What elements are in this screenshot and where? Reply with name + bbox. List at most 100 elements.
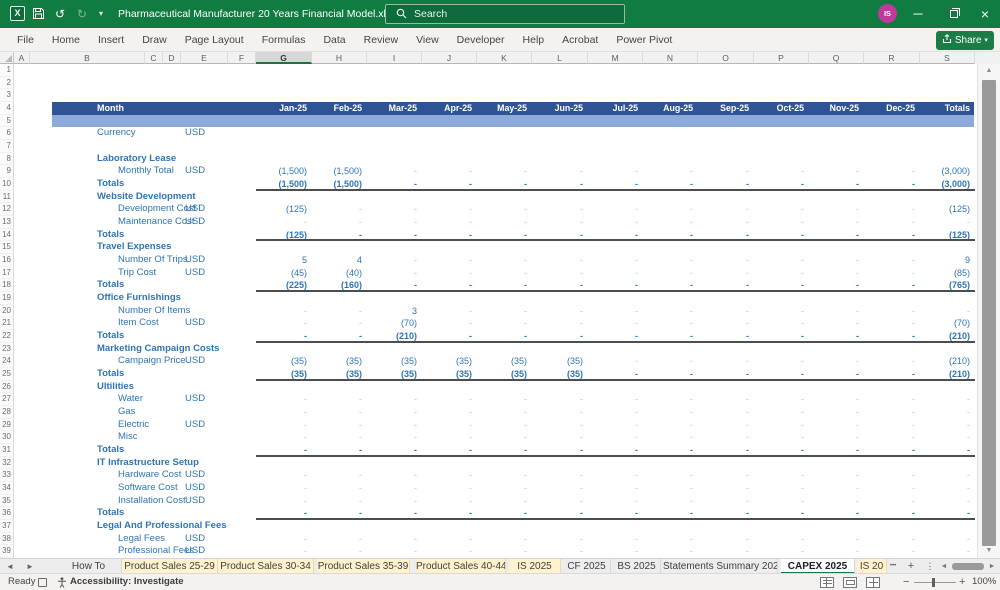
cell-label[interactable]: Legal Fees <box>118 533 165 546</box>
value-cell-L27[interactable]: - <box>532 393 583 406</box>
unit-cell[interactable]: USD <box>185 495 205 508</box>
row-number-14[interactable]: 14 <box>0 228 14 242</box>
value-cell-J28[interactable]: - <box>422 406 472 419</box>
value-cell-R39[interactable]: - <box>864 545 915 558</box>
row-number-24[interactable]: 24 <box>0 355 14 369</box>
value-cell-N17[interactable]: - <box>643 267 693 280</box>
normal-view-icon[interactable] <box>820 577 834 588</box>
column-header-R[interactable]: R <box>864 52 920 64</box>
row-number-12[interactable]: 12 <box>0 203 14 217</box>
value-cell-H38[interactable]: - <box>312 533 362 546</box>
value-cell-P30[interactable]: - <box>754 431 804 444</box>
value-cell-J21[interactable]: - <box>422 317 472 330</box>
value-cell-R38[interactable]: - <box>864 533 915 546</box>
value-cell-N38[interactable]: - <box>643 533 693 546</box>
value-cell-H33[interactable]: - <box>312 469 362 482</box>
row-number-8[interactable]: 8 <box>0 152 14 166</box>
value-cell-Q9[interactable]: - <box>809 165 859 178</box>
value-cell-M16[interactable]: - <box>588 254 638 267</box>
value-cell-H21[interactable]: - <box>312 317 362 330</box>
row-number-5[interactable]: 5 <box>0 114 14 128</box>
value-cell-I34[interactable]: - <box>367 482 417 495</box>
ribbon-tab-draw[interactable]: Draw <box>133 28 176 52</box>
undo-icon[interactable]: ↺ <box>52 6 68 22</box>
value-cell-Q39[interactable]: - <box>809 545 859 558</box>
row-number-35[interactable]: 35 <box>0 494 14 508</box>
value-cell-K39[interactable]: - <box>477 545 527 558</box>
close-button[interactable]: × <box>970 0 1000 28</box>
row-number-20[interactable]: 20 <box>0 304 14 318</box>
row-number-4[interactable]: 4 <box>0 102 14 115</box>
row-number-30[interactable]: 30 <box>0 431 14 445</box>
value-cell-R35[interactable]: - <box>864 495 915 508</box>
value-cell-G38[interactable]: - <box>256 533 307 546</box>
cell-label[interactable]: Maintenance Cost <box>118 216 195 229</box>
cell-label[interactable]: Installation Cost <box>118 495 186 508</box>
column-header-P[interactable]: P <box>754 52 809 64</box>
value-cell-O27[interactable]: - <box>698 393 749 406</box>
unit-cell[interactable]: USD <box>185 127 205 140</box>
value-cell-O34[interactable]: - <box>698 482 749 495</box>
unit-cell[interactable]: USD <box>185 203 205 216</box>
value-cell-J33[interactable]: - <box>422 469 472 482</box>
value-cell-O39[interactable]: - <box>698 545 749 558</box>
zoom-slider-track[interactable] <box>914 582 956 583</box>
value-cell-S9[interactable]: (3,000) <box>920 165 970 178</box>
page-break-view-icon[interactable] <box>866 577 880 588</box>
value-cell-P27[interactable]: - <box>754 393 804 406</box>
value-cell-O20[interactable]: - <box>698 305 749 318</box>
value-cell-Q17[interactable]: - <box>809 267 859 280</box>
value-cell-L38[interactable]: - <box>532 533 583 546</box>
value-cell-G17[interactable]: (45) <box>256 267 307 280</box>
value-cell-Q16[interactable]: - <box>809 254 859 267</box>
value-cell-P16[interactable]: - <box>754 254 804 267</box>
column-header-A[interactable]: A <box>14 52 30 64</box>
redo-icon[interactable]: ↻ <box>74 6 90 22</box>
value-cell-O24[interactable]: - <box>698 355 749 368</box>
column-header-N[interactable]: N <box>643 52 698 64</box>
sheet-nav-left-icon[interactable]: ◄ <box>2 559 18 574</box>
row-number-1[interactable]: 1 <box>0 64 14 77</box>
cell-label[interactable]: Software Cost <box>118 482 178 495</box>
value-cell-L29[interactable]: - <box>532 419 583 432</box>
row-number-6[interactable]: 6 <box>0 127 14 140</box>
value-cell-L9[interactable]: - <box>532 165 583 178</box>
value-cell-R20[interactable]: - <box>864 305 915 318</box>
value-cell-P33[interactable]: - <box>754 469 804 482</box>
value-cell-J24[interactable]: (35) <box>422 355 472 368</box>
sheet-tab-product-sales-30-34[interactable]: Product Sales 30-34 <box>218 559 314 574</box>
value-cell-N21[interactable]: - <box>643 317 693 330</box>
page-layout-view-icon[interactable] <box>843 577 857 588</box>
value-cell-S34[interactable]: - <box>920 482 970 495</box>
value-cell-O35[interactable]: - <box>698 495 749 508</box>
value-cell-I33[interactable]: - <box>367 469 417 482</box>
value-cell-Q27[interactable]: - <box>809 393 859 406</box>
value-cell-M34[interactable]: - <box>588 482 638 495</box>
section-label[interactable]: Website Development <box>97 191 196 204</box>
value-cell-R27[interactable]: - <box>864 393 915 406</box>
value-cell-S27[interactable]: - <box>920 393 970 406</box>
value-cell-M28[interactable]: - <box>588 406 638 419</box>
vertical-scrollbar-thumb[interactable] <box>982 80 996 546</box>
value-cell-S17[interactable]: (85) <box>920 267 970 280</box>
sheet-nav-right-icon[interactable]: ► <box>22 559 38 574</box>
row-number-21[interactable]: 21 <box>0 317 14 331</box>
value-cell-L30[interactable]: - <box>532 431 583 444</box>
value-cell-O9[interactable]: - <box>698 165 749 178</box>
ribbon-tab-view[interactable]: View <box>407 28 448 52</box>
value-cell-J34[interactable]: - <box>422 482 472 495</box>
sheet-tab-statements-summary-2025[interactable]: Statements Summary 2025 <box>663 559 778 574</box>
unit-cell[interactable]: USD <box>185 355 205 368</box>
row-number-29[interactable]: 29 <box>0 418 14 432</box>
value-cell-I38[interactable]: - <box>367 533 417 546</box>
ribbon-tab-data[interactable]: Data <box>314 28 354 52</box>
value-cell-R12[interactable]: - <box>864 203 915 216</box>
value-cell-H28[interactable]: - <box>312 406 362 419</box>
value-cell-P28[interactable]: - <box>754 406 804 419</box>
value-cell-J13[interactable]: - <box>422 216 472 229</box>
cell-label[interactable]: Misc <box>118 431 138 444</box>
value-cell-H27[interactable]: - <box>312 393 362 406</box>
row-number-38[interactable]: 38 <box>0 532 14 546</box>
value-cell-P35[interactable]: - <box>754 495 804 508</box>
totals-label[interactable]: Totals <box>97 279 124 292</box>
